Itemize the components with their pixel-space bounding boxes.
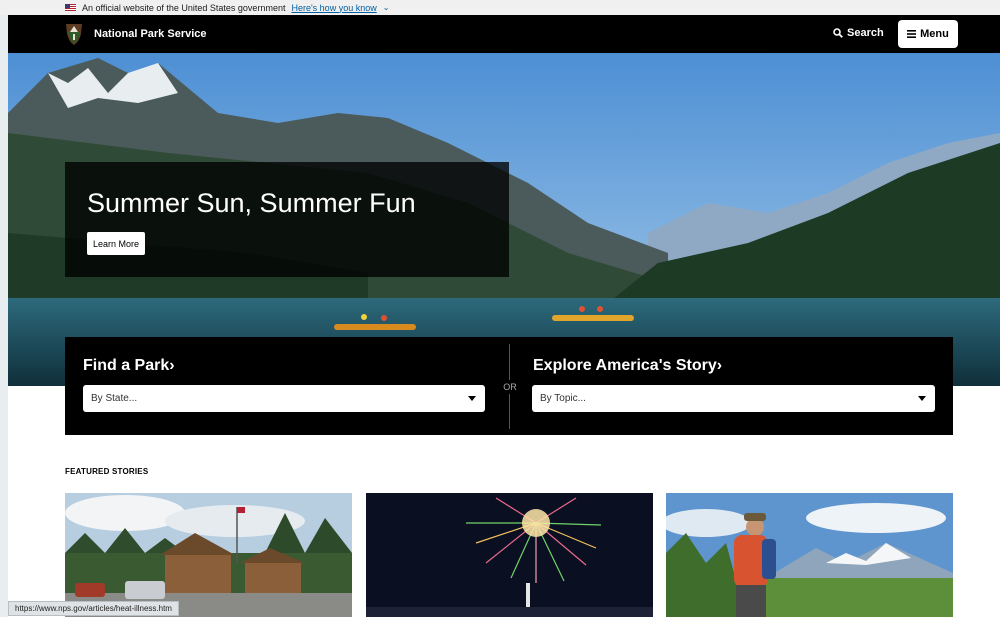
menu-label: Menu (920, 28, 949, 40)
story-card-fireworks[interactable] (366, 493, 653, 617)
or-separator: OR (501, 380, 519, 394)
chevron-right-icon: › (716, 357, 723, 374)
hiker-image (666, 493, 953, 617)
gov-banner-link[interactable]: Here's how you know (291, 3, 376, 13)
menu-button[interactable]: Menu (898, 20, 958, 48)
brand-name[interactable]: National Park Service (94, 28, 207, 40)
caret-down-icon (468, 396, 476, 401)
hero-title: Summer Sun, Summer Fun (87, 188, 416, 218)
entrance-station-image (65, 493, 352, 617)
story-card-hiker[interactable] (666, 493, 953, 617)
search-label: Search (847, 27, 884, 39)
state-select-value: By State... (91, 393, 138, 404)
gov-banner-text: An official website of the United States… (82, 2, 286, 13)
us-flag-icon (65, 4, 76, 11)
status-bar-url: https://www.nps.gov/articles/heat-illnes… (8, 601, 179, 616)
park-finder-panel: Find a Park› By State... OR Explore Amer… (65, 337, 953, 435)
gov-banner: An official website of the United States… (0, 0, 1000, 15)
explore-story-title: Explore America's Story (533, 357, 717, 374)
hero-card: Summer Sun, Summer Fun Learn More (65, 162, 509, 277)
caret-down-icon (918, 396, 926, 401)
explore-story-link[interactable]: Explore America's Story› (533, 357, 722, 375)
chevron-right-icon: › (169, 357, 175, 374)
nps-arrowhead-logo-icon[interactable] (65, 22, 83, 46)
fireworks-image (366, 493, 653, 617)
state-select[interactable]: By State... (83, 385, 485, 412)
find-a-park-link[interactable]: Find a Park› (83, 357, 175, 375)
featured-stories-heading: FEATURED STORIES (65, 467, 149, 476)
search-icon (833, 28, 843, 38)
story-card-heat-illness[interactable] (65, 493, 352, 617)
chevron-down-icon[interactable]: ⌄ (383, 3, 390, 12)
topic-select-value: By Topic... (540, 393, 586, 404)
search-button[interactable]: Search (833, 27, 884, 39)
learn-more-button[interactable]: Learn More (87, 232, 146, 255)
find-a-park-title: Find a Park (83, 357, 170, 374)
hamburger-icon (907, 30, 917, 38)
topic-select[interactable]: By Topic... (532, 385, 935, 412)
site-header: National Park Service Search Menu (8, 15, 1000, 53)
page: National Park Service Search Menu Summer… (8, 15, 1000, 617)
